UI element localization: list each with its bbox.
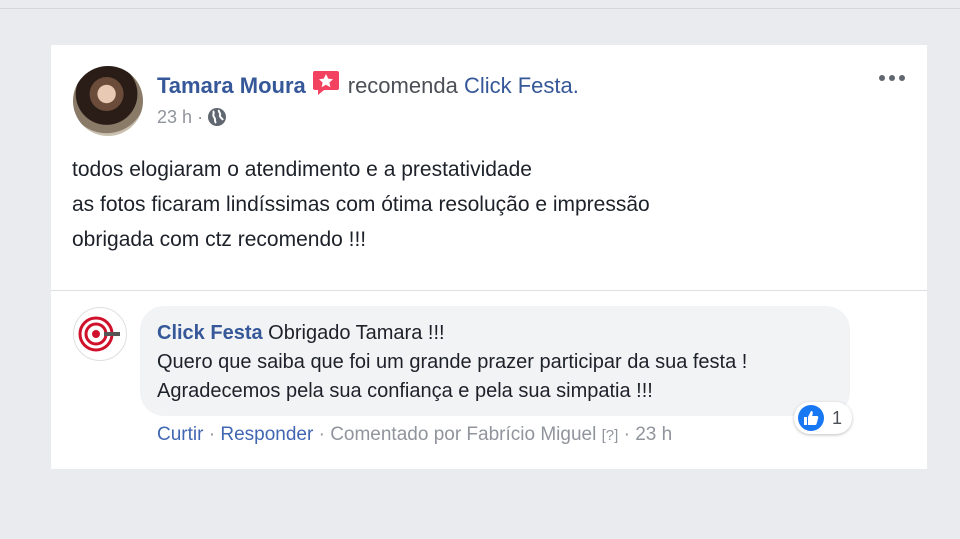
- comment-text-line: Quero que saiba que foi um grande prazer…: [157, 351, 748, 373]
- reaction-summary[interactable]: 1: [794, 402, 853, 434]
- star-badge-icon: [312, 70, 340, 96]
- action-separator: ·: [208, 424, 216, 445]
- reply-button[interactable]: Responder: [220, 424, 313, 445]
- post-time[interactable]: 23 h: [157, 107, 192, 127]
- action-text: recomenda: [347, 73, 458, 98]
- post-text-line: as fotos ficaram lindíssimas com ótima r…: [72, 193, 650, 216]
- help-link[interactable]: [?]: [602, 427, 619, 444]
- comment-text-line: Agradecemos pela sua confiança e pela su…: [157, 380, 653, 402]
- comment-time[interactable]: 23 h: [635, 424, 672, 445]
- comment-author[interactable]: Click Festa: [157, 322, 263, 344]
- action-separator: ·: [318, 424, 325, 445]
- post-card: Tamara Moura recomenda Click Festa. 23 h …: [51, 45, 927, 469]
- post-divider: [51, 290, 927, 291]
- post-text-line: obrigada com ctz recomendo !!!: [72, 228, 367, 251]
- author-avatar[interactable]: [73, 66, 143, 136]
- post-text-line: todos elogiaram o atendimento e a presta…: [72, 158, 532, 181]
- commented-by: Comentado por Fabrício Miguel: [330, 424, 597, 445]
- like-button[interactable]: Curtir: [157, 424, 203, 445]
- click-festa-logo[interactable]: [73, 307, 127, 361]
- comment-text-line: Obrigado Tamara !!!: [268, 322, 445, 344]
- author-name[interactable]: Tamara Moura: [157, 73, 306, 98]
- top-divider: [0, 8, 960, 9]
- post-text: todos elogiaram o atendimento e a presta…: [72, 152, 650, 257]
- comment-body: Click Festa Obrigado Tamara !!! Quero qu…: [157, 319, 747, 406]
- like-icon: [798, 405, 824, 431]
- page-link[interactable]: Click Festa.: [464, 73, 579, 98]
- comment-actions: Curtir · Responder · Comentado por Fabrí…: [157, 424, 672, 446]
- globe-icon[interactable]: [207, 107, 227, 132]
- meta-separator: ·: [197, 107, 204, 127]
- comment-bubble: Click Festa Obrigado Tamara !!! Quero qu…: [140, 306, 850, 416]
- post-header: Tamara Moura recomenda Click Festa.: [157, 70, 579, 99]
- post-meta: 23 h ·: [157, 107, 227, 132]
- reaction-count: 1: [832, 407, 843, 428]
- more-options-icon[interactable]: [879, 67, 911, 91]
- action-separator: ·: [623, 424, 630, 445]
